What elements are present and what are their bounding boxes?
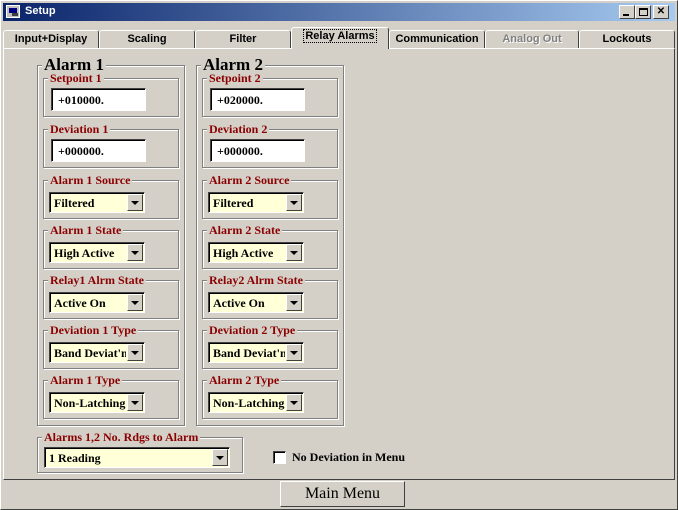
alarm-1-source-value: Filtered — [54, 196, 95, 210]
tab-lockouts[interactable]: Lockouts — [579, 30, 675, 49]
deviation-1-label: Deviation 1 — [48, 122, 111, 137]
tab-label: Scaling — [127, 33, 167, 45]
deviation-2-type-select[interactable]: Band Deviat'n — [208, 342, 304, 363]
main-menu-button[interactable]: Main Menu — [280, 481, 405, 507]
chevron-down-icon[interactable] — [127, 294, 143, 311]
deviation-2-input[interactable]: +000000. — [210, 139, 305, 162]
alarm-2-type-value: Non-Latching — [213, 396, 285, 410]
tab-label: Lockouts — [602, 33, 652, 45]
alarm-2-type-label: Alarm 2 Type — [207, 373, 282, 388]
window-title: Setup — [25, 5, 56, 17]
tab-communication[interactable]: Communication — [389, 30, 485, 49]
setpoint-1-group: Setpoint 1 +010000. — [43, 71, 179, 117]
relay-2-state-select[interactable]: Active On — [208, 292, 304, 313]
minimize-button[interactable] — [619, 5, 635, 19]
chevron-down-icon[interactable] — [286, 394, 302, 411]
setpoint-1-label: Setpoint 1 — [48, 71, 104, 86]
deviation-1-type-select[interactable]: Band Deviat'n — [49, 342, 145, 363]
chevron-down-icon[interactable] — [127, 344, 143, 361]
readings-group: Alarms 1,2 No. Rdgs to Alarm 1 Reading — [37, 430, 243, 473]
setpoint-2-input[interactable]: +020000. — [210, 88, 305, 111]
chevron-down-icon[interactable] — [127, 394, 143, 411]
relay-1-state-select[interactable]: Active On — [49, 292, 145, 313]
alarm-2-group: Alarm 2 Setpoint 2 +020000. Deviation 2 … — [196, 55, 344, 426]
alarm-1-type-label: Alarm 1 Type — [48, 373, 123, 388]
tab-label: Analog Out — [502, 33, 562, 45]
deviation-2-type-group: Deviation 2 Type Band Deviat'n — [202, 323, 338, 369]
alarm-1-type-group: Alarm 1 Type Non-Latching — [43, 373, 179, 419]
tab-label: Input+Display — [14, 33, 88, 45]
maximize-button[interactable] — [635, 5, 651, 19]
alarm-2-source-group: Alarm 2 Source Filtered — [202, 173, 338, 219]
chevron-down-icon[interactable] — [286, 244, 302, 261]
minimize-icon — [623, 14, 629, 16]
alarm-1-group: Alarm 1 Setpoint 1 +010000. Deviation 1 … — [37, 55, 185, 426]
alarm-2-source-select[interactable]: Filtered — [208, 192, 304, 213]
chevron-down-icon[interactable] — [127, 244, 143, 261]
alarm-1-source-select[interactable]: Filtered — [49, 192, 145, 213]
alarm-2-state-group: Alarm 2 State High Active — [202, 223, 338, 269]
chevron-down-icon[interactable] — [286, 344, 302, 361]
tab-input-display[interactable]: Input+Display — [3, 30, 99, 49]
tab-label: Filter — [229, 33, 257, 45]
chevron-down-icon[interactable] — [127, 194, 143, 211]
alarm-1-source-group: Alarm 1 Source Filtered — [43, 173, 179, 219]
deviation-1-group: Deviation 1 +000000. — [43, 122, 179, 168]
alarm-1-state-label: Alarm 1 State — [48, 223, 124, 238]
deviation-1-type-value: Band Deviat'n — [54, 346, 126, 360]
deviation-1-input[interactable]: +000000. — [51, 139, 146, 162]
tab-analog-out: Analog Out — [485, 30, 579, 49]
close-icon: ✕ — [656, 6, 666, 17]
no-deviation-label[interactable]: No Deviation in Menu — [292, 450, 405, 465]
alarm-2-source-label: Alarm 2 Source — [207, 173, 292, 188]
setpoint-2-group: Setpoint 2 +020000. — [202, 71, 338, 117]
alarm-1-source-label: Alarm 1 Source — [48, 173, 133, 188]
readings-label: Alarms 1,2 No. Rdgs to Alarm — [42, 430, 201, 445]
tab-label: Communication — [395, 33, 479, 45]
tab-label: Relay Alarms — [303, 29, 377, 43]
chevron-down-icon[interactable] — [212, 449, 228, 466]
deviation-2-type-label: Deviation 2 Type — [207, 323, 298, 338]
alarm-2-type-group: Alarm 2 Type Non-Latching — [202, 373, 338, 419]
alarm-2-type-select[interactable]: Non-Latching — [208, 392, 304, 413]
relay-2-state-group: Relay2 Alrm State Active On — [202, 273, 338, 319]
tab-scaling[interactable]: Scaling — [99, 30, 195, 49]
alarm-1-state-value: High Active — [54, 246, 115, 260]
tab-strip: Input+Display Scaling Filter Relay Alarm… — [3, 26, 675, 49]
maximize-icon — [639, 8, 648, 16]
app-icon[interactable] — [6, 5, 20, 18]
alarm-2-state-label: Alarm 2 State — [207, 223, 283, 238]
alarm-1-type-select[interactable]: Non-Latching — [49, 392, 145, 413]
relay-1-state-label: Relay1 Alrm State — [48, 273, 146, 288]
alarm-1-state-group: Alarm 1 State High Active — [43, 223, 179, 269]
chevron-down-icon[interactable] — [286, 194, 302, 211]
readings-select[interactable]: 1 Reading — [44, 447, 230, 468]
setpoint-1-input[interactable]: +010000. — [51, 88, 146, 111]
alarm-2-state-value: High Active — [213, 246, 274, 260]
alarm-2-state-select[interactable]: High Active — [208, 242, 304, 263]
title-bar[interactable]: Setup ✕ — [3, 3, 675, 21]
readings-value: 1 Reading — [49, 451, 101, 465]
alarm-2-source-value: Filtered — [213, 196, 254, 210]
close-button[interactable]: ✕ — [653, 5, 669, 19]
no-deviation-checkbox[interactable] — [273, 451, 286, 464]
deviation-2-type-value: Band Deviat'n — [213, 346, 285, 360]
relay-1-state-group: Relay1 Alrm State Active On — [43, 273, 179, 319]
setpoint-2-label: Setpoint 2 — [207, 71, 263, 86]
setup-window: Setup ✕ Input+Display Scaling Filter Rel… — [0, 0, 678, 510]
relay-2-state-value: Active On — [213, 296, 265, 310]
deviation-2-group: Deviation 2 +000000. — [202, 122, 338, 168]
alarm-1-state-select[interactable]: High Active — [49, 242, 145, 263]
deviation-1-type-label: Deviation 1 Type — [48, 323, 139, 338]
chevron-down-icon[interactable] — [286, 294, 302, 311]
deviation-2-label: Deviation 2 — [207, 122, 270, 137]
tab-filter[interactable]: Filter — [195, 30, 291, 49]
tab-relay-alarms[interactable]: Relay Alarms — [291, 27, 389, 49]
alarm-1-type-value: Non-Latching — [54, 396, 126, 410]
relay-1-state-value: Active On — [54, 296, 106, 310]
deviation-1-type-group: Deviation 1 Type Band Deviat'n — [43, 323, 179, 369]
relay-2-state-label: Relay2 Alrm State — [207, 273, 305, 288]
